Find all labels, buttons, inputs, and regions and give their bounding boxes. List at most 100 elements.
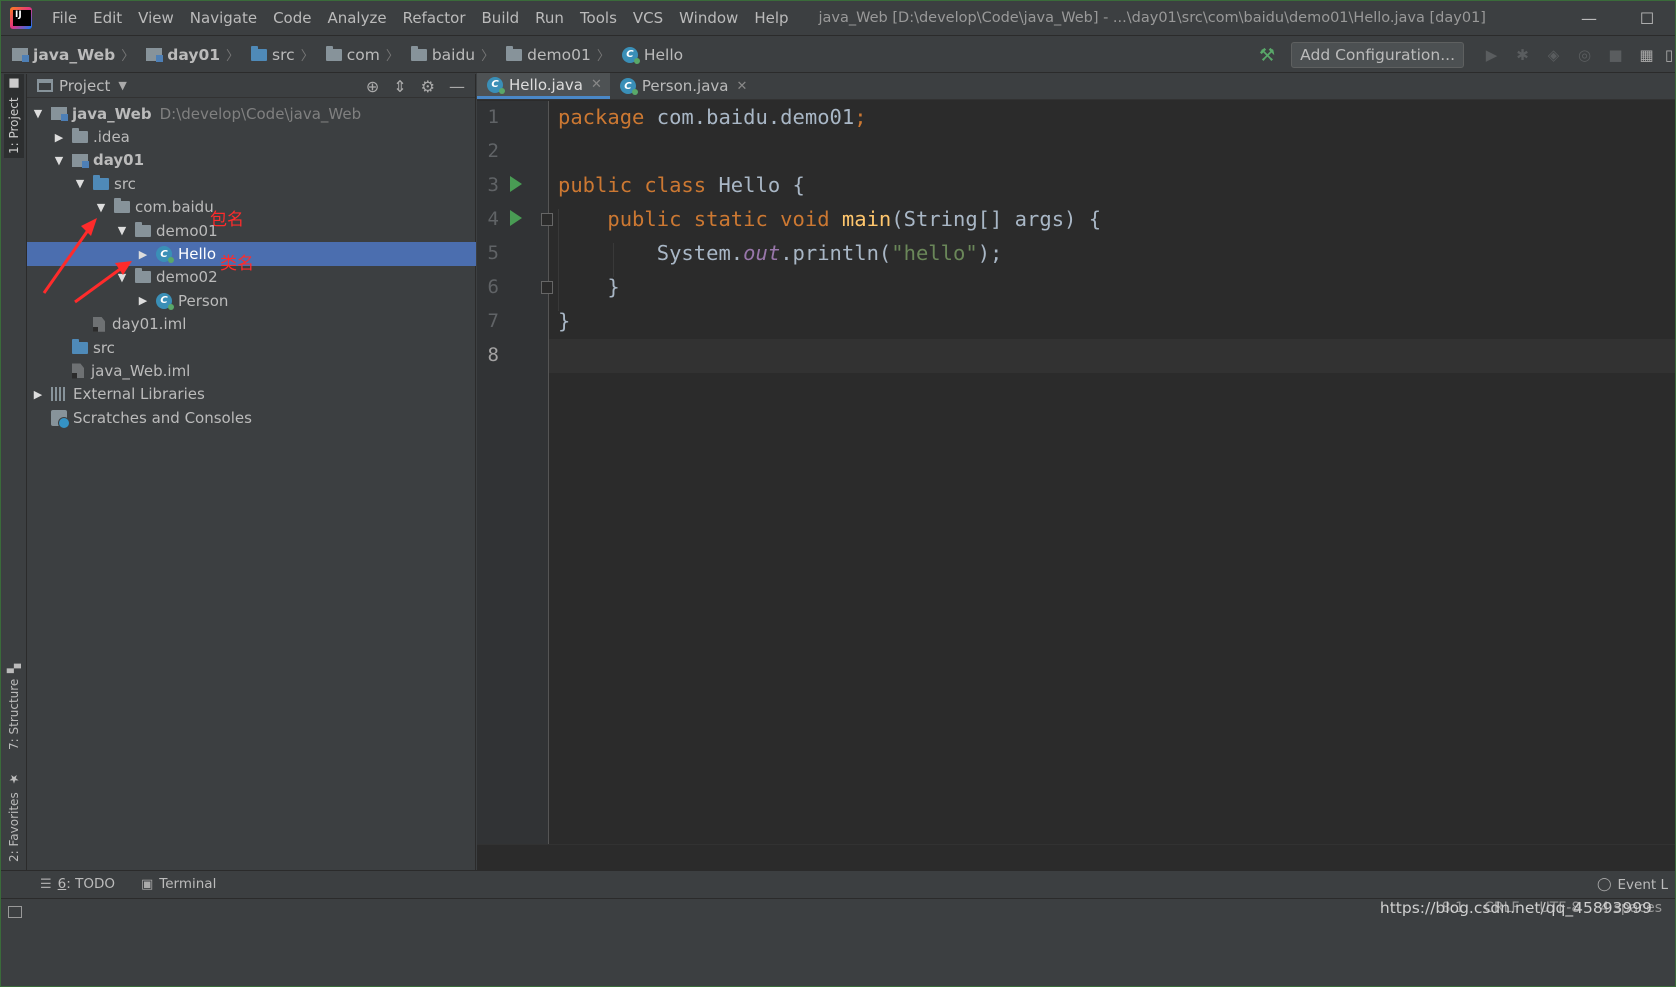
close-icon[interactable]: ✕ [736,79,747,94]
menu-view[interactable]: View [130,9,182,27]
maximize-button[interactable]: ☐ [1618,0,1676,36]
search-everywhere-icon[interactable]: ▯ [1662,46,1676,64]
tree-item-person[interactable]: ▶ C Person [27,289,475,312]
package-icon [114,198,130,214]
expand-arrow-icon[interactable]: ▼ [92,201,110,214]
terminal-tool-button[interactable]: ▣ Terminal [141,876,216,892]
menu-edit[interactable]: Edit [85,9,130,27]
tree-item-idea[interactable]: ▶ .idea [27,125,475,148]
library-icon [51,387,67,402]
menu-build[interactable]: Build [474,9,528,27]
fold-icon[interactable] [541,213,553,226]
coverage-icon[interactable]: ◈ [1538,46,1569,64]
class-icon: C [156,292,174,310]
project-panel-title[interactable]: Project [59,77,110,95]
scratches-icon [51,409,70,429]
breadcrumb-src[interactable]: src 〉 [239,45,314,64]
project-panel: Project ▼ ⊕ ⇕ ⚙ — ▼ java_Web D:\develop\… [27,74,476,870]
window-title: java_Web [D:\develop\Code\java_Web] - ..… [818,9,1486,26]
code-area[interactable]: 1 2 3 4 5 6 7 8 package com.baidu.demo01… [477,101,1676,845]
structure-tool-tab[interactable]: 7: Structure ▚ [4,658,24,750]
breadcrumb-project[interactable]: java_Web 〉 [0,45,134,64]
locate-icon[interactable]: ⊕ [366,77,379,96]
tree-label: day01.iml [112,315,187,334]
package-icon [135,221,151,237]
fold-icon[interactable] [541,281,553,294]
tree-item-com-baidu[interactable]: ▼ com.baidu [27,196,475,219]
line-number: 6 [487,276,499,298]
menu-help[interactable]: Help [746,9,796,27]
tree-item-root-src[interactable]: ▶ src [27,336,475,359]
iml-file-icon [93,316,105,332]
collapsed-arrow-icon[interactable]: ▶ [134,248,152,261]
tree-item-external-libraries[interactable]: ▶ External Libraries [27,383,475,406]
tree-item-scratches[interactable]: ▶ Scratches and Consoles [27,406,475,429]
tree-item-java-web-iml[interactable]: ▶ java_Web.iml [27,359,475,382]
tree-path: D:\develop\Code\java_Web [159,104,362,123]
breadcrumb-baidu[interactable]: baidu 〉 [399,45,494,64]
run-gutter-icon[interactable] [510,176,522,192]
collapse-all-icon[interactable]: ⇕ [393,77,406,96]
collapsed-arrow-icon[interactable]: ▶ [50,131,68,144]
class-icon: C [621,46,640,64]
add-configuration-button[interactable]: Add Configuration... [1291,42,1464,68]
expand-arrow-icon[interactable]: ▼ [71,177,89,190]
code-editor: C Hello.java ✕ C Person.java ✕ 1 2 3 4 5… [477,73,1676,870]
tree-item-demo01[interactable]: ▼ demo01 [27,219,475,242]
menu-refactor[interactable]: Refactor [395,9,474,27]
project-view-icon [37,79,53,92]
favorites-tool-tab[interactable]: 2: Favorites ★ [4,770,24,862]
todo-tool-button[interactable]: ☰ 6: TODO [40,876,115,892]
gear-icon[interactable]: ⚙ [421,77,435,96]
package-icon [325,45,342,61]
tab-person-java[interactable]: C Person.java ✕ [610,73,756,99]
tree-label: demo01 [156,221,218,240]
expand-arrow-icon[interactable]: ▼ [113,271,131,284]
collapsed-arrow-icon[interactable]: ▶ [134,294,152,307]
run-icon[interactable]: ▶ [1476,46,1507,64]
collapsed-arrow-icon[interactable]: ▶ [29,388,47,401]
menu-run[interactable]: Run [527,9,572,27]
class-icon: C [619,78,638,95]
tree-item-src[interactable]: ▼ src [27,172,475,195]
tree-item-day01-iml[interactable]: ▶ day01.iml [27,313,475,336]
code-line-4: public static void main(String[] args) { [607,207,1102,231]
debug-icon[interactable]: ✱ [1507,46,1538,64]
module-icon [146,48,164,62]
tab-hello-java[interactable]: C Hello.java ✕ [477,73,610,99]
menu-analyze[interactable]: Analyze [319,9,394,27]
breadcrumb-demo01[interactable]: demo01 〉 [494,45,610,64]
menu-vcs[interactable]: VCS [625,9,671,27]
expand-arrow-icon[interactable]: ▼ [50,154,68,167]
menu-navigate[interactable]: Navigate [182,9,265,27]
close-icon[interactable]: ✕ [591,77,602,92]
build-hammer-icon[interactable]: ⚒ [1259,45,1275,66]
project-structure-icon[interactable]: ▦ [1631,46,1662,64]
event-log-button[interactable]: ◯ Event L [1597,871,1668,898]
profile-icon[interactable]: ◎ [1569,46,1600,64]
menu-tools[interactable]: Tools [572,9,625,27]
chevron-down-icon[interactable]: ▼ [118,79,126,92]
code-line-3: public class Hello { [558,173,805,197]
tree-item-day01[interactable]: ▼ day01 [27,149,475,172]
menu-file[interactable]: File [44,9,85,27]
tree-item-java-web[interactable]: ▼ java_Web D:\develop\Code\java_Web [27,102,475,125]
minimize-button[interactable]: — [1560,0,1618,36]
project-panel-header: Project ▼ ⊕ ⇕ ⚙ — [27,74,475,98]
layout-toggle-icon[interactable] [8,906,22,918]
code-line-5: System.out.println("hello"); [656,241,1003,265]
menu-code[interactable]: Code [265,9,319,27]
project-tool-tab[interactable]: 1: Project ■ [4,74,24,158]
hide-icon[interactable]: — [449,77,465,96]
expand-arrow-icon[interactable]: ▼ [113,224,131,237]
breadcrumb-module[interactable]: day01 〉 [134,45,239,64]
menu-window[interactable]: Window [671,9,746,27]
code-line-7: } [558,309,571,333]
module-icon [72,153,89,168]
stop-icon[interactable]: ■ [1600,46,1631,64]
breadcrumb-hello[interactable]: C Hello [610,46,683,64]
expand-arrow-icon[interactable]: ▼ [29,107,47,120]
folder-icon [72,128,88,144]
breadcrumb-com[interactable]: com 〉 [314,45,399,64]
run-gutter-icon[interactable] [510,210,522,226]
